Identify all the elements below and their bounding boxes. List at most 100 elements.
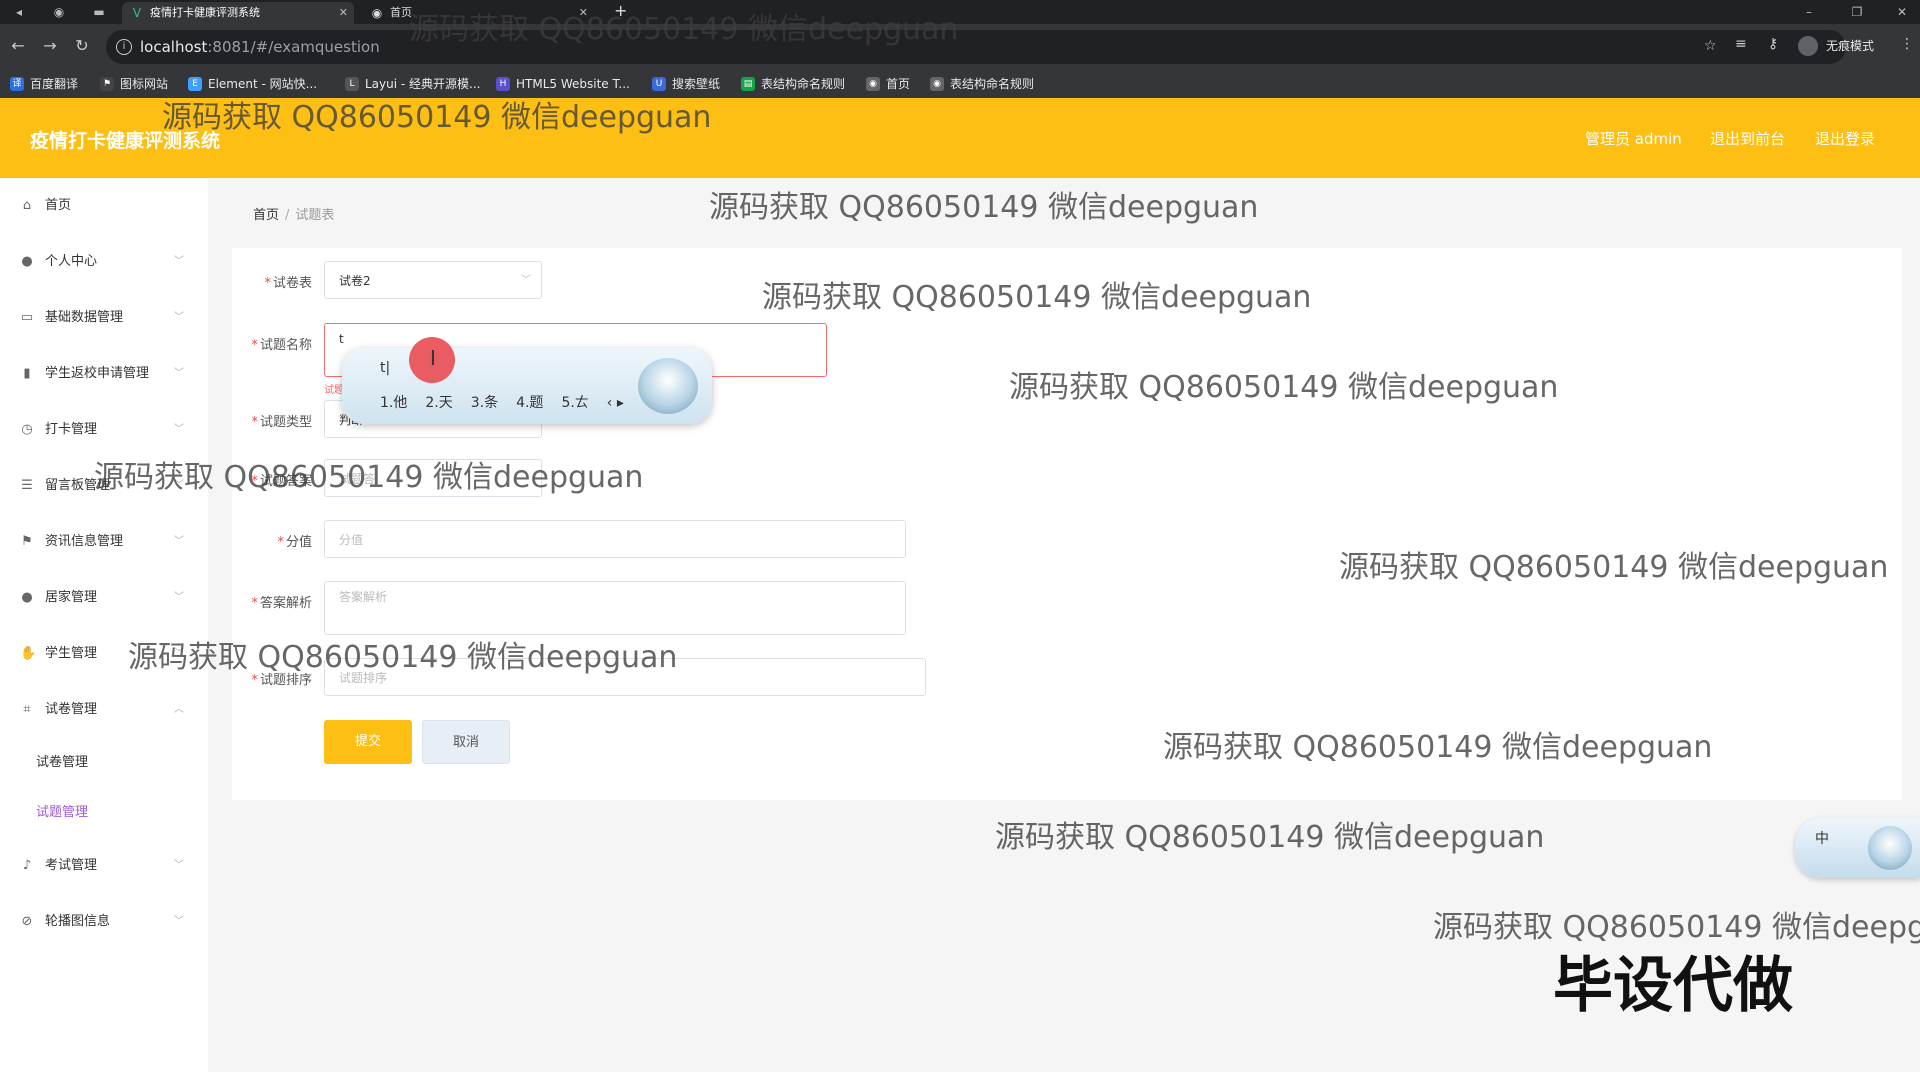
reading-list-icon[interactable]: ≡ (1735, 36, 1747, 52)
admin-label: 管理员 admin (1585, 130, 1682, 148)
globe-icon: ◉ (371, 6, 383, 20)
sidebar-item-label: 试卷管理 (45, 702, 98, 717)
bookmark[interactable]: 译百度翻译 (10, 75, 78, 93)
watermark-text: 源码获取 QQ86050149 微信deepguan (762, 280, 1312, 315)
sidebar-item-carousel[interactable]: ⊘ 轮播图信息 ﹀ (0, 902, 208, 942)
home-icon: ⌂ (22, 198, 32, 213)
bookmark[interactable]: H HTML5 Website T... (496, 75, 630, 93)
question-name-value: t (339, 332, 344, 346)
bar-chart-icon: ▮ (23, 366, 31, 381)
chevron-down-icon: ﹀ (174, 424, 184, 435)
breadcrumb: 首页 / 试题表 (253, 204, 334, 223)
watermark-text: 源码获取 QQ86050149 微信deepguan (1163, 730, 1713, 765)
exit-to-front-link[interactable]: 退出到前台 (1710, 128, 1785, 149)
sidebar-item-basic-data[interactable]: ▭ 基础数据管理 ﹀ (0, 298, 208, 338)
sidebar-subitem-papers[interactable]: 试卷管理 (36, 748, 88, 778)
paper-select[interactable]: 试卷2 ﹀ (324, 261, 542, 299)
bookmark[interactable]: ⚑ 图标网站 (100, 75, 168, 93)
back-icon[interactable]: ← (8, 36, 28, 56)
bookmark-label: Element - 网站快... (208, 77, 318, 91)
bookmark[interactable]: L Layui - 经典开源模... (345, 75, 480, 93)
sidebar-item-label: 考试管理 (45, 858, 98, 873)
watermark-text: 源码获取 QQ86050149 微信deepguan (162, 100, 712, 135)
url-field[interactable]: i localhost:8081/#/examquestion ☆ (106, 30, 1846, 64)
ime-candidate[interactable]: 2.天 (425, 395, 452, 411)
ime-candidate[interactable]: 1.他 (380, 395, 407, 411)
tab-app[interactable]: V 疫情打卡健康评测系统 ✕ (122, 2, 354, 24)
bookmark[interactable]: E Element - 网站快... (188, 75, 317, 93)
profile-label: 无痕模式 (1826, 39, 1875, 53)
compass-icon: ⊘ (21, 914, 33, 929)
restore-icon[interactable]: ❐ (1848, 3, 1866, 21)
breadcrumb-current: 试题表 (295, 208, 335, 223)
sheet-icon: ▤ (741, 77, 755, 91)
bookmark[interactable]: ◉ 表结构命名规则 (930, 75, 1034, 93)
bookmark-label: 百度翻译 (30, 77, 79, 91)
media-icon[interactable]: ◂ (10, 3, 28, 21)
minimize-icon[interactable]: – (1800, 3, 1818, 21)
tab-title: 疫情打卡健康评测系统 (150, 6, 260, 19)
analysis-textarea[interactable]: 答案解析 (324, 581, 906, 635)
url-host: localhost (140, 38, 208, 56)
ime-candidate[interactable]: 5.ㄊ (561, 395, 588, 411)
score-field[interactable]: 分值 (324, 520, 906, 558)
thumb-icon: ✋ (20, 646, 37, 661)
breadcrumb-home[interactable]: 首页 (253, 208, 279, 223)
sidebar-item-label: 资讯信息管理 (45, 534, 124, 549)
bookmark[interactable]: ◉ 首页 (866, 75, 910, 93)
sidebar-item-home[interactable]: ⌂ 首页 (0, 186, 208, 226)
ime-candidate[interactable]: 3.条 (471, 395, 498, 411)
wallpaper-icon: U (652, 77, 666, 91)
chevron-down-icon: ﹀ (174, 312, 184, 323)
reload-icon[interactable]: ↻ (72, 36, 92, 56)
user-icon: ● (21, 254, 33, 269)
watermark-text: 源码获取 QQ86050149 微信deepguan (94, 460, 644, 495)
watermark-text: 源码获取 QQ86050149 微信deepguan (995, 820, 1545, 855)
analysis-label: * 答案解析 (251, 596, 312, 611)
window-icon[interactable]: ▬ (90, 3, 108, 21)
sidebar-item-label: 居家管理 (45, 590, 98, 605)
key-icon[interactable]: ⚷ (1768, 36, 1778, 52)
watermark-text: 源码获取 QQ86050149 微信deepguan (709, 190, 1259, 225)
sidebar-item-checkin[interactable]: ◷ 打卡管理 ﹀ (0, 410, 208, 450)
info-icon[interactable]: i (116, 39, 132, 55)
star-icon[interactable]: ☆ (1704, 38, 1717, 54)
ime-mode-label: 中 (1815, 831, 1829, 847)
forward-icon[interactable]: → (40, 36, 60, 56)
close-icon[interactable]: ✕ (339, 2, 348, 24)
sidebar-subitem-questions[interactable]: 试题管理 (36, 798, 88, 828)
sidebar-item-home-quarantine[interactable]: ● 居家管理 ﹀ (0, 578, 208, 618)
globe-icon[interactable]: ◉ (50, 3, 68, 21)
sidebar-item-news[interactable]: ⚑ 资讯信息管理 ﹀ (0, 522, 208, 562)
ime-skin-image (1868, 826, 1912, 870)
cancel-button[interactable]: 取消 (422, 720, 510, 764)
sidebar-item-exams[interactable]: ♪ 考试管理 ﹀ (0, 846, 208, 886)
sidebar-item-return-apply[interactable]: ▮ 学生返校申请管理 ﹀ (0, 354, 208, 394)
chevron-down-icon: ﹀ (521, 275, 531, 286)
submit-button[interactable]: 提交 (324, 720, 412, 764)
sidebar: ⌂ 首页 ● 个人中心 ﹀ ▭ 基础数据管理 ﹀ ▮ 学生返校申请管理 ﹀ ◷ 打卡管理 ﹀ ☰ 留… (0, 178, 208, 1072)
ime-candidate[interactable]: 4.题 (516, 395, 543, 411)
profile-button[interactable]: 无痕模式 (1798, 34, 1874, 58)
flag-icon: ⚑ (100, 77, 114, 91)
mic-icon: ♪ (22, 858, 32, 873)
ime-status-bar[interactable]: 中 (1795, 818, 1920, 878)
bookmark[interactable]: ▤ 表结构命名规则 (741, 75, 845, 93)
watermark-text: 源码获取 QQ86050149 微信deepguan (1009, 370, 1559, 405)
bookmark-label: 表结构命名规则 (761, 77, 846, 91)
html5-icon: H (496, 77, 510, 91)
close-window-icon[interactable]: ✕ (1893, 3, 1911, 21)
logout-link[interactable]: 退出登录 (1815, 128, 1875, 149)
sidebar-item-papers[interactable]: ⌗ 试卷管理 ︿ (0, 690, 208, 730)
next-page-icon[interactable]: ‹ ▸ (607, 395, 624, 411)
menu-icon[interactable]: ⋮ (1900, 36, 1914, 52)
element-icon: E (188, 77, 202, 91)
address-bar: ← → ↻ i localhost:8081/#/examquestion ☆ … (0, 24, 1920, 70)
watermark-big: 毕设代做 (1553, 951, 1793, 1021)
sidebar-item-profile[interactable]: ● 个人中心 ﹀ (0, 242, 208, 282)
chevron-down-icon: ﹀ (174, 860, 184, 871)
paper-select-value: 试卷2 (339, 274, 371, 288)
bookmark[interactable]: U 搜索壁纸 (652, 75, 720, 93)
translate-icon: 译 (10, 77, 24, 91)
sidebar-item-label: 打卡管理 (45, 422, 98, 437)
